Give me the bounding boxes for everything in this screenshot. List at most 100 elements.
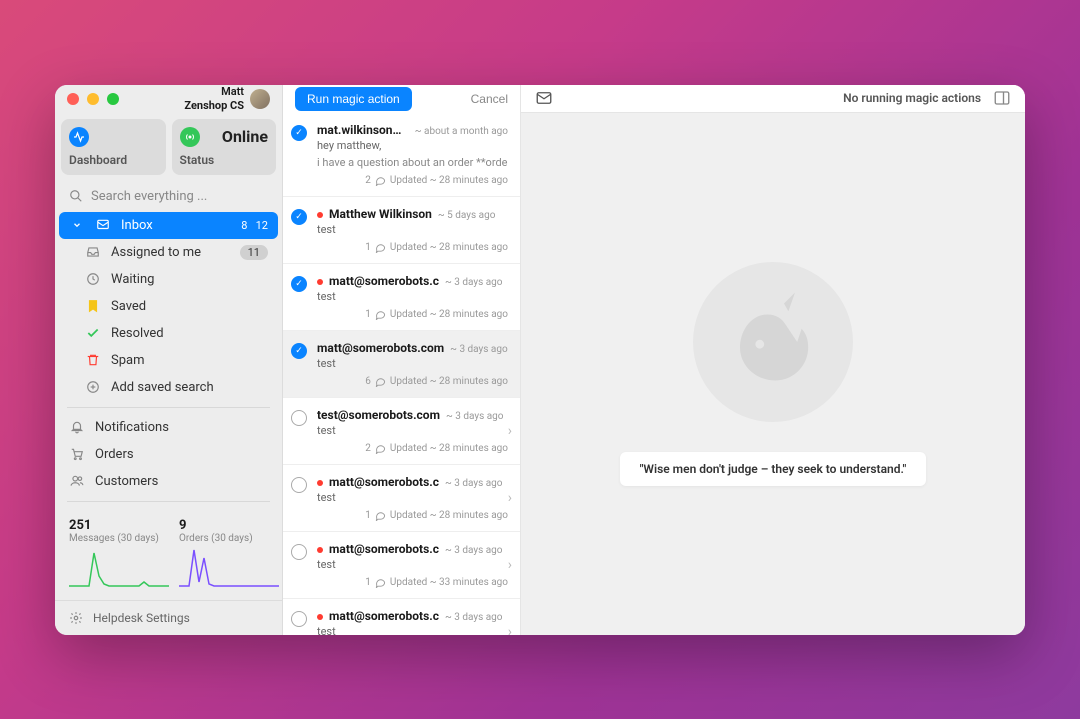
- maximize-icon[interactable]: [107, 93, 119, 105]
- message-preview: test: [317, 491, 508, 504]
- run-magic-button[interactable]: Run magic action: [295, 87, 412, 111]
- message-list[interactable]: ✓ mat.wilkinson@m ~ about a month ago he…: [283, 113, 520, 635]
- nav-resolved[interactable]: Resolved: [55, 320, 282, 347]
- nav-waiting[interactable]: Waiting: [55, 266, 282, 293]
- nav-customers-label: Customers: [95, 474, 158, 489]
- message-preview: test: [317, 357, 508, 370]
- unread-dot: [317, 547, 323, 553]
- message-row[interactable]: matt@somerobots.c ~ 3 days ago test 1 Up…: [283, 465, 520, 532]
- message-time: ~ 3 days ago: [446, 411, 504, 422]
- mail-icon[interactable]: [535, 89, 553, 107]
- nav: Inbox 8 12 Assigned to me 11 Waiting: [55, 212, 282, 600]
- app-window: Matt Zenshop CS Dashboard Online Status: [55, 85, 1025, 635]
- close-icon[interactable]: [67, 93, 79, 105]
- cart-icon: [69, 447, 85, 461]
- nav-inbox[interactable]: Inbox 8 12: [59, 212, 278, 239]
- stats: 251 Messages (30 days) 9 Orders (30 days…: [55, 508, 282, 598]
- stat-messages-label: Messages (30 days): [69, 533, 169, 544]
- message-list-column: Run magic action Cancel ✓ mat.wilkinson@…: [283, 85, 521, 635]
- nav-orders[interactable]: Orders: [55, 441, 282, 468]
- stat-orders[interactable]: 9 Orders (30 days): [179, 518, 279, 588]
- select-checkbox[interactable]: [291, 410, 307, 426]
- message-from: matt@somerobots.c: [329, 274, 439, 288]
- unread-dot: [317, 480, 323, 486]
- message-meta: 1 Updated ~ 28 minutes ago: [317, 309, 508, 320]
- list-toolbar: Run magic action Cancel: [283, 85, 520, 113]
- nav-saved[interactable]: Saved: [55, 293, 282, 320]
- empty-quote: "Wise men don't judge – they seek to und…: [620, 452, 927, 486]
- message-time: ~ 3 days ago: [445, 277, 503, 288]
- message-from: Matthew Wilkinson: [329, 207, 432, 221]
- nav-notifications[interactable]: Notifications: [55, 414, 282, 441]
- avatar[interactable]: [250, 89, 270, 109]
- message-row[interactable]: ✓ Matthew Wilkinson ~ 5 days ago test 1 …: [283, 197, 520, 264]
- divider: [67, 407, 270, 408]
- inbox-count-2: 12: [256, 219, 268, 232]
- nav-spam[interactable]: Spam: [55, 347, 282, 374]
- select-checkbox[interactable]: ✓: [291, 276, 307, 292]
- select-checkbox[interactable]: ✓: [291, 343, 307, 359]
- message-meta: 2 Updated ~ 28 minutes ago: [317, 443, 508, 454]
- unread-dot: [317, 279, 323, 285]
- assigned-badge: 11: [240, 245, 268, 260]
- dashboard-label: Dashboard: [69, 153, 158, 167]
- panel-toggle-icon[interactable]: [993, 89, 1011, 107]
- nav-customers[interactable]: Customers: [55, 468, 282, 495]
- nav-add-search-label: Add saved search: [111, 380, 214, 395]
- tray-icon: [85, 245, 101, 259]
- nav-assigned-label: Assigned to me: [111, 245, 201, 260]
- nav-assigned[interactable]: Assigned to me 11: [55, 239, 282, 266]
- stat-orders-value: 9: [179, 518, 279, 533]
- unicorn-icon: [693, 262, 853, 422]
- comment-icon: [375, 443, 386, 454]
- message-row[interactable]: test@somerobots.com ~ 3 days ago test 2 …: [283, 398, 520, 465]
- select-checkbox[interactable]: [291, 544, 307, 560]
- messages-sparkline: [69, 548, 169, 588]
- cancel-button[interactable]: Cancel: [471, 92, 508, 106]
- nav-add-search[interactable]: Add saved search: [55, 374, 282, 401]
- message-row[interactable]: ✓ matt@somerobots.c ~ 3 days ago test 1 …: [283, 264, 520, 331]
- message-meta: 2 Updated ~ 28 minutes ago: [317, 175, 508, 186]
- message-from: matt@somerobots.c: [329, 609, 439, 623]
- message-from: test@somerobots.com: [317, 408, 440, 422]
- message-preview: test: [317, 223, 508, 236]
- nav-waiting-label: Waiting: [111, 272, 154, 287]
- nav-notifications-label: Notifications: [95, 420, 169, 435]
- search-input[interactable]: Search everything ...: [55, 181, 282, 212]
- stat-orders-label: Orders (30 days): [179, 533, 279, 544]
- comment-icon: [375, 376, 386, 387]
- unread-dot: [317, 212, 323, 218]
- message-row[interactable]: matt@somerobots.c ~ 3 days ago test 1 Up…: [283, 599, 520, 635]
- select-checkbox[interactable]: [291, 477, 307, 493]
- empty-state: "Wise men don't judge – they seek to und…: [521, 113, 1025, 635]
- nav-orders-label: Orders: [95, 447, 134, 462]
- message-time: ~ about a month ago: [415, 126, 508, 137]
- message-meta: 1 Updated ~ 33 minutes ago: [317, 577, 508, 588]
- select-checkbox[interactable]: ✓: [291, 125, 307, 141]
- user-block[interactable]: Matt Zenshop CS: [184, 85, 270, 111]
- message-row[interactable]: ✓ mat.wilkinson@m ~ about a month ago he…: [283, 113, 520, 197]
- message-row[interactable]: matt@somerobots.c ~ 3 days ago test 1 Up…: [283, 532, 520, 599]
- check-icon: [85, 326, 101, 340]
- nav-spam-label: Spam: [111, 353, 145, 368]
- dashboard-card[interactable]: Dashboard: [61, 119, 166, 175]
- user-workspace: Zenshop CS: [184, 99, 244, 112]
- message-preview: hey matthew,: [317, 139, 508, 152]
- select-checkbox[interactable]: ✓: [291, 209, 307, 225]
- message-from: matt@somerobots.com: [317, 341, 444, 355]
- chevron-right-icon: ›: [508, 624, 512, 635]
- bookmark-icon: [85, 299, 101, 313]
- message-preview: test: [317, 558, 508, 571]
- status-cards: Dashboard Online Status: [55, 113, 282, 181]
- gear-icon: [69, 611, 83, 625]
- nav-inbox-label: Inbox: [121, 218, 153, 233]
- message-row[interactable]: ✓ matt@somerobots.com ~ 3 days ago test …: [283, 331, 520, 398]
- status-card[interactable]: Online Status: [172, 119, 277, 175]
- message-preview: test: [317, 625, 508, 635]
- minimize-icon[interactable]: [87, 93, 99, 105]
- helpdesk-settings[interactable]: Helpdesk Settings: [55, 600, 282, 635]
- main-panel: No running magic actions "Wise men don't…: [521, 85, 1025, 635]
- stat-messages[interactable]: 251 Messages (30 days): [69, 518, 169, 588]
- select-checkbox[interactable]: [291, 611, 307, 627]
- search-icon: [69, 189, 83, 203]
